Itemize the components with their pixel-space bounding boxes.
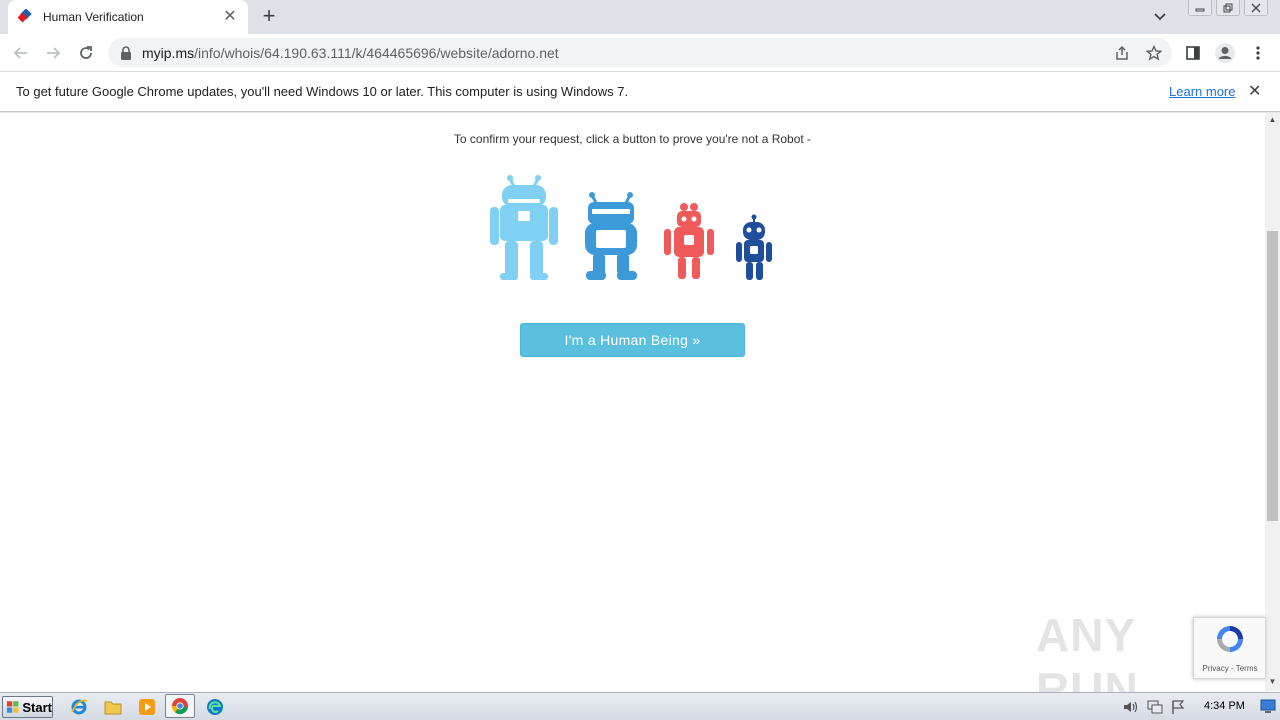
- minimize-icon[interactable]: [1188, 0, 1212, 16]
- new-tab-button[interactable]: +: [258, 5, 280, 28]
- side-panel-icon[interactable]: [1182, 42, 1204, 64]
- lock-icon[interactable]: [120, 45, 132, 60]
- page-content: To confirm your request, click a button …: [0, 113, 1265, 691]
- share-icon[interactable]: [1111, 42, 1133, 64]
- tab-strip: Human Verification ✕ +: [0, 0, 1280, 34]
- taskbar-clock[interactable]: 4:34 PM: [1204, 700, 1245, 712]
- confirm-instruction: To confirm your request, click a button …: [453, 132, 812, 146]
- edge-browser-icon[interactable]: [205, 697, 225, 717]
- volume-icon[interactable]: [1122, 699, 1140, 715]
- update-infobar: To get future Google Chrome updates, you…: [0, 71, 1280, 112]
- close-window-icon[interactable]: [1244, 0, 1268, 16]
- url-path: /info/whois/64.190.63.111/k/464465696/we…: [194, 44, 559, 61]
- chrome-taskbar-icon[interactable]: [165, 694, 195, 718]
- infobar-message: To get future Google Chrome updates, you…: [16, 84, 629, 99]
- site-favicon-icon: [18, 9, 32, 23]
- chrome-menu-icon[interactable]: [1247, 42, 1269, 64]
- back-icon[interactable]: [10, 42, 32, 64]
- tab-close-icon[interactable]: ✕: [222, 9, 238, 25]
- file-explorer-icon[interactable]: [103, 697, 123, 717]
- learn-more-link[interactable]: Learn more: [1169, 84, 1235, 99]
- scrollbar-thumb[interactable]: [1267, 231, 1278, 521]
- window-controls: [1188, 0, 1268, 16]
- robot-light-blue-icon: [490, 175, 558, 280]
- action-center-flag-icon[interactable]: [1170, 699, 1186, 715]
- internet-explorer-icon[interactable]: [69, 697, 89, 717]
- bookmark-star-icon[interactable]: [1143, 42, 1165, 64]
- reload-icon[interactable]: [75, 42, 97, 64]
- human-being-button[interactable]: I'm a Human Being »: [520, 323, 745, 357]
- system-tray: [1122, 693, 1186, 720]
- profile-avatar-icon[interactable]: [1214, 42, 1236, 64]
- scroll-down-arrow-icon[interactable]: ▼: [1265, 677, 1280, 689]
- infobar-close-icon[interactable]: ✕: [1248, 84, 1261, 100]
- url-text: myip.ms/info/whois/64.190.63.111/k/46446…: [142, 45, 559, 61]
- windows-taskbar: Start 4:34 PM: [0, 692, 1280, 720]
- windows-flag-icon: [6, 701, 19, 713]
- tab-human-verification[interactable]: Human Verification ✕: [8, 0, 248, 34]
- tab-search-icon[interactable]: [1150, 8, 1170, 26]
- recaptcha-logo-icon: [1217, 626, 1243, 652]
- recaptcha-badge[interactable]: Privacy - Terms: [1193, 617, 1265, 679]
- browser-toolbar: myip.ms/info/whois/64.190.63.111/k/46446…: [0, 34, 1280, 71]
- address-bar[interactable]: myip.ms/info/whois/64.190.63.111/k/46446…: [108, 38, 1172, 67]
- network-icon[interactable]: [1146, 699, 1164, 715]
- start-label: Start: [22, 699, 52, 715]
- show-desktop-icon[interactable]: [1260, 697, 1276, 715]
- restore-icon[interactable]: [1216, 0, 1240, 16]
- forward-icon[interactable]: [42, 42, 64, 64]
- start-button[interactable]: Start: [2, 696, 53, 718]
- robots-illustration: [490, 175, 772, 280]
- page-scrollbar[interactable]: ▲ ▼: [1265, 113, 1280, 691]
- media-player-icon[interactable]: [137, 697, 157, 717]
- url-host: myip.ms: [142, 44, 195, 61]
- scroll-up-arrow-icon[interactable]: ▲: [1265, 115, 1280, 127]
- recaptcha-privacy-terms[interactable]: Privacy - Terms: [1194, 664, 1266, 673]
- tab-title: Human Verification: [43, 10, 144, 24]
